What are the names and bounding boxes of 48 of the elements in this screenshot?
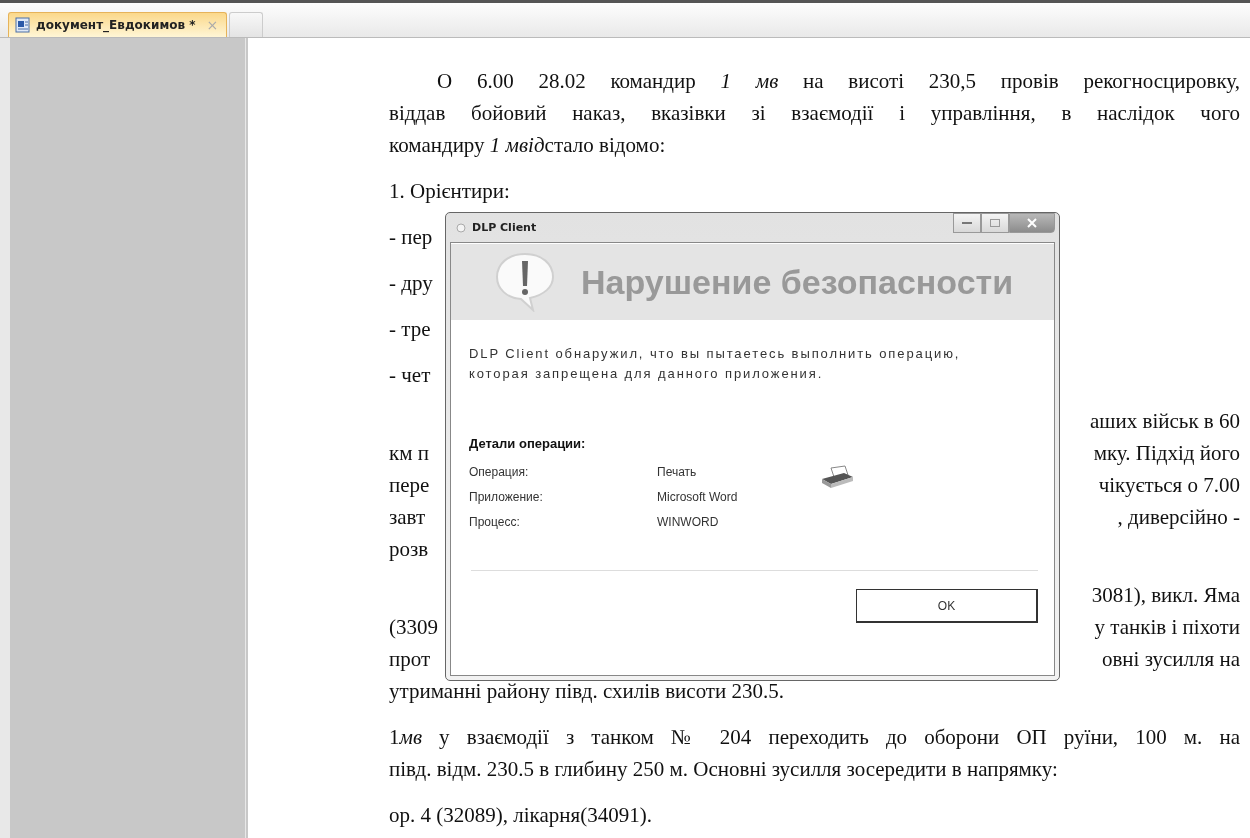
detail-value: Microsoft Word <box>657 490 739 505</box>
app-icon <box>456 222 466 233</box>
text-line: командиру 1 мвідстало відомо: <box>389 132 667 159</box>
warning-icon <box>493 252 557 312</box>
maximize-icon <box>990 219 1000 227</box>
text-line: півд. відм. 230.5 в глибину 250 м. Основні зусилля зосередити в напрямку: <box>389 756 1059 783</box>
text-line: О 6.00 28.02 командир 1 мв на висоті 230,5 провів рекогносцировку, <box>436 68 1240 95</box>
text-line: розв <box>389 536 429 563</box>
text-line: 1. Орієнтири: <box>389 178 511 205</box>
text-line: пере <box>389 472 430 499</box>
text-line: віддав бойовий наказ, вказівки зі взаємодії і управління, в наслідок чого <box>389 100 1240 127</box>
text-line: - чет <box>389 362 431 389</box>
dialog-message: DLP Client обнаружил, что вы пытаетесь выполнить операцию, которая запрещена для данного приложения. <box>469 345 962 383</box>
detail-value: WINWORD <box>657 515 720 530</box>
detail-value: Печать <box>657 465 698 480</box>
text-line: - пер <box>389 224 433 251</box>
detail-label: Приложение: <box>469 490 544 505</box>
text-line: (3309 <box>389 614 438 641</box>
printer-icon <box>819 465 855 491</box>
dialog-title: DLP Client <box>472 221 538 234</box>
minimize-button[interactable] <box>953 213 981 233</box>
text-line: утриманні району півд. схилів висоти 230.5. <box>389 678 786 705</box>
document-icon <box>15 17 31 33</box>
detail-label: Операция: <box>469 465 530 480</box>
text-line: завт <box>389 504 426 531</box>
text-line: км п <box>389 440 429 467</box>
details-heading: Детали операции: <box>469 436 587 451</box>
minimize-icon <box>962 222 972 224</box>
close-button[interactable] <box>1009 213 1055 233</box>
close-icon <box>1027 218 1037 228</box>
text-line: у танків і піхоти <box>1094 614 1240 641</box>
dialog-heading: Нарушение безопасности <box>581 262 1014 302</box>
text-line: мку. Підхід його <box>1093 440 1240 467</box>
text-line: ор. 4 (32089), лікарня(34091). <box>389 802 653 829</box>
text-line: прот <box>389 646 431 673</box>
maximize-button[interactable] <box>981 213 1009 233</box>
text-line: овні зусилля на <box>1101 646 1240 673</box>
text-line: аших військ в 60 <box>1090 408 1240 435</box>
ok-button[interactable]: OK <box>856 589 1038 623</box>
text-line: чікується о 7.00 <box>1098 472 1240 499</box>
detail-label: Процесс: <box>469 515 521 530</box>
text-line: , диверсійно - <box>1117 504 1240 531</box>
text-line: - тре <box>389 316 431 343</box>
text-line: - дру <box>389 270 433 297</box>
new-tab-button[interactable] <box>229 12 264 37</box>
text-line: 1мв у взаємодії з танком № 204 переходить до оборони ОП руїни, 100 м. на <box>389 724 1240 751</box>
text-line: 3081), викл. Яма <box>1091 582 1240 609</box>
document-tab[interactable]: документ_Евдокимов * × <box>8 12 228 37</box>
